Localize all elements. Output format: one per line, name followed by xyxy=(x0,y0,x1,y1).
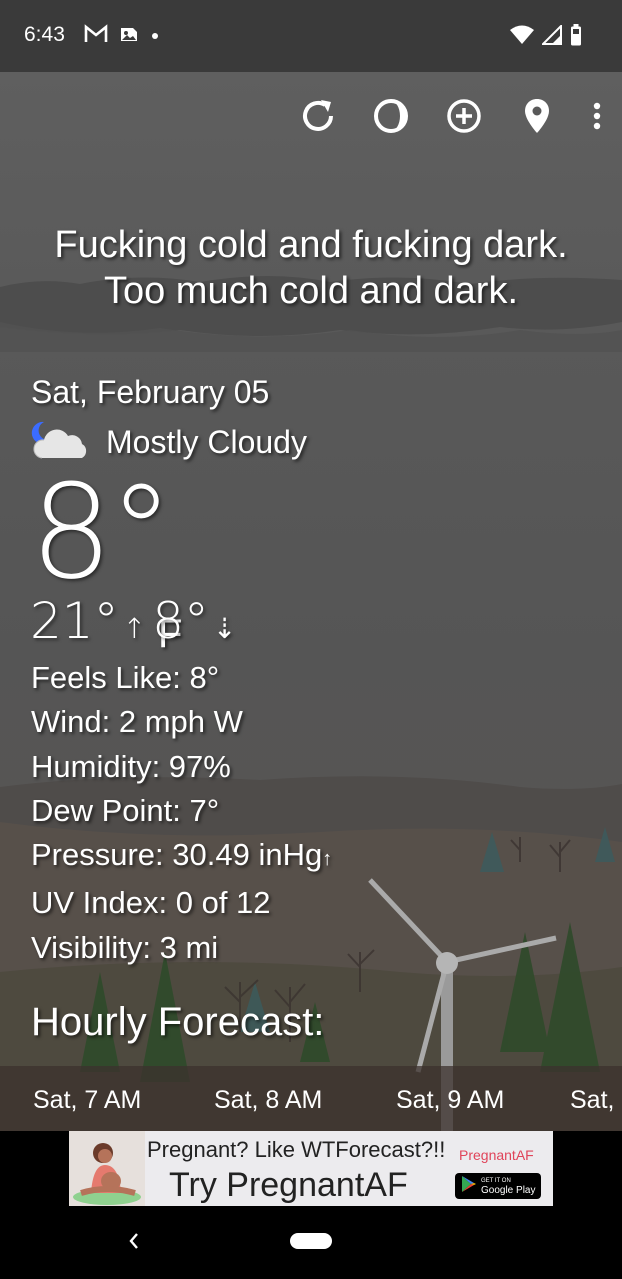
back-icon[interactable] xyxy=(126,1230,142,1257)
quip-line-2: Too much cold and dark. xyxy=(103,270,518,312)
google-play-icon xyxy=(461,1175,477,1198)
status-notification-icons xyxy=(84,24,160,49)
navigation-bar xyxy=(0,1206,622,1279)
moon-phase-icon[interactable] xyxy=(371,92,411,140)
arrow-up-icon: ↑ xyxy=(122,612,147,645)
hourly-forecast-title: Hourly Forecast: xyxy=(31,1000,325,1044)
more-options-icon[interactable] xyxy=(590,92,604,140)
status-system-icons xyxy=(510,23,582,51)
toolbar xyxy=(298,92,604,140)
ad-brand: PregnantAF xyxy=(459,1147,534,1163)
pressure-trend-icon: ↑ xyxy=(322,848,333,871)
ad-headline: Pregnant? Like WTForecast?!! xyxy=(147,1137,446,1162)
hourly-item[interactable]: Sat, 8 AM xyxy=(214,1086,322,1115)
hourly-item[interactable]: Sat, xyxy=(570,1086,614,1115)
arrow-down-icon: ⇣ xyxy=(212,612,237,645)
pressure-value: Pressure: 30.49 inHg xyxy=(31,837,323,873)
dew-point: Dew Point: 7° xyxy=(31,792,220,828)
uv-index: UV Index: 0 of 12 xyxy=(31,885,271,921)
status-bar: 6:43 xyxy=(0,0,622,72)
badge-large-text: Google Play xyxy=(481,1185,536,1196)
ad-banner[interactable]: Pregnant? Like WTForecast?!! PregnantAF … xyxy=(69,1131,553,1206)
current-temperature: 8° xyxy=(30,456,174,608)
notification-dot-icon xyxy=(150,28,160,46)
high-low-temperature: 21° ↑ 8° ⇣ xyxy=(30,592,242,650)
wifi-icon xyxy=(510,25,534,50)
feels-like: Feels Like: 8° xyxy=(31,660,220,695)
ad-call-to-action: Try PregnantAF xyxy=(169,1166,408,1204)
weather-screen[interactable]: Fucking cold and fucking dark. Too much … xyxy=(0,72,622,1131)
hourly-item[interactable]: Sat, 7 AM xyxy=(33,1086,141,1115)
photos-notification-icon xyxy=(118,24,140,49)
location-pin-icon[interactable] xyxy=(517,92,557,140)
ad-illustration xyxy=(69,1131,145,1206)
home-pill[interactable] xyxy=(290,1233,332,1249)
gmail-icon xyxy=(84,24,108,49)
cell-signal-icon xyxy=(540,23,562,50)
pressure: Pressure: 30.49 inHg↑ xyxy=(31,833,332,881)
high-temperature: 21° xyxy=(30,592,119,650)
quip-line-1: Fucking cold and fucking dark. xyxy=(54,224,568,266)
weather-quip: Fucking cold and fucking dark. Too much … xyxy=(0,222,622,314)
add-location-icon[interactable] xyxy=(444,92,484,140)
google-play-badge[interactable]: GET IT ON Google Play xyxy=(455,1173,541,1199)
visibility: Visibility: 3 mi xyxy=(31,929,219,965)
weather-details: Feels Like: 8° Wind: 2 mph W Humidity: 9… xyxy=(31,656,332,970)
low-temperature: 8° xyxy=(152,592,209,650)
wind: Wind: 2 mph W xyxy=(31,704,243,740)
battery-icon xyxy=(570,24,582,51)
current-date: Sat, February 05 xyxy=(31,374,270,410)
humidity: Humidity: 97% xyxy=(31,748,231,784)
hourly-forecast-strip[interactable]: Sat, 7 AM Sat, 8 AM Sat, 9 AM Sat, xyxy=(0,1066,622,1131)
refresh-icon[interactable] xyxy=(298,92,338,140)
status-time: 6:43 xyxy=(24,23,65,46)
hourly-item[interactable]: Sat, 9 AM xyxy=(396,1086,504,1115)
